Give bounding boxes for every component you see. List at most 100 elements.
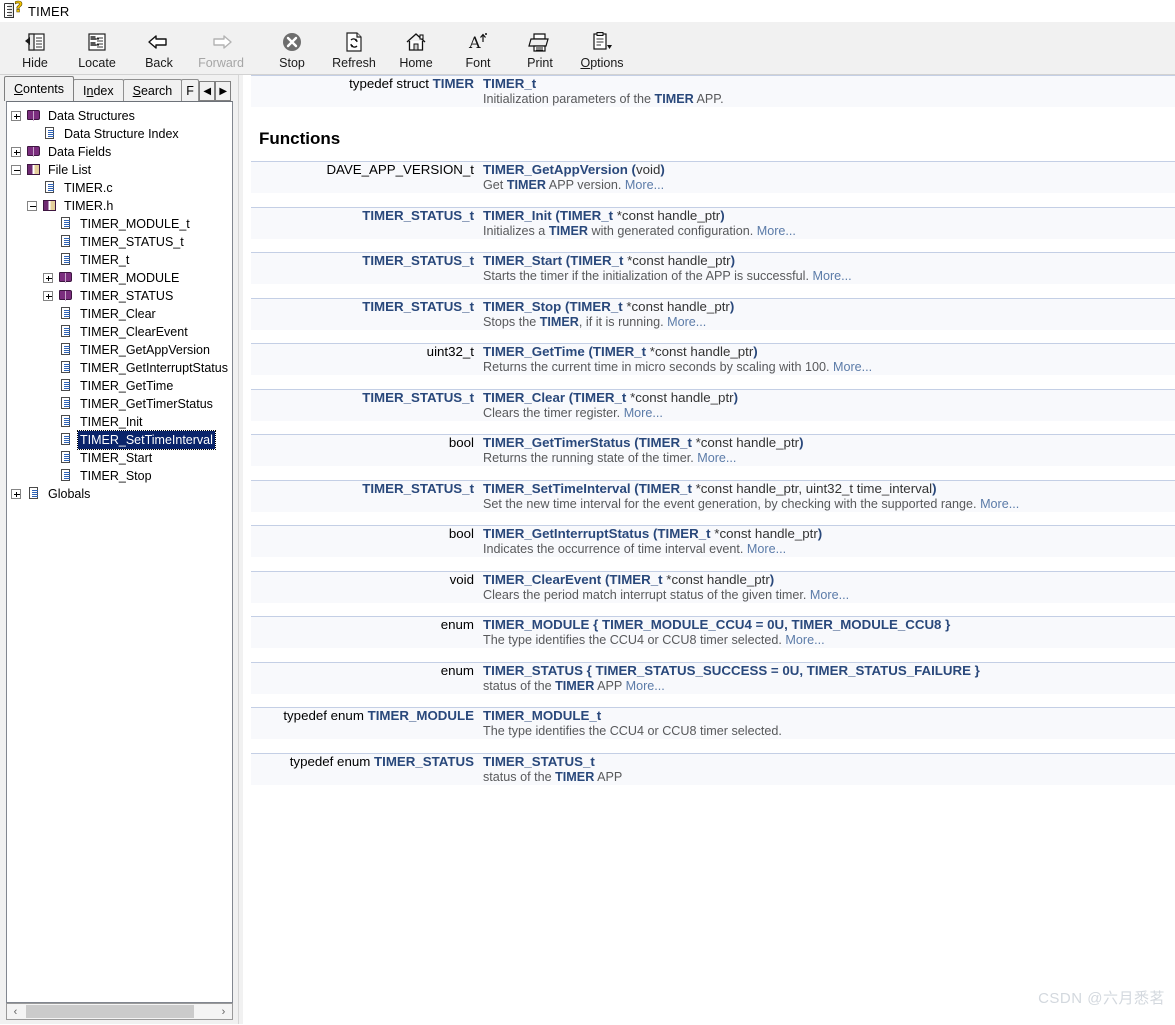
- more-link[interactable]: More...: [697, 451, 736, 465]
- tab-favorites[interactable]: F: [181, 79, 200, 101]
- return-type-link[interactable]: TIMER_STATUS_t: [362, 390, 474, 405]
- tree-item-timer-t[interactable]: TIMER_t: [11, 251, 232, 269]
- tree-item-timer-status-t[interactable]: TIMER_STATUS_t: [11, 233, 232, 251]
- scroll-right-arrow-icon[interactable]: ›: [215, 1004, 232, 1019]
- more-link[interactable]: More...: [833, 360, 872, 374]
- tree-item-timer-c[interactable]: TIMER.c: [11, 179, 232, 197]
- return-type-link[interactable]: TIMER_STATUS_t: [362, 299, 474, 314]
- member-name-link[interactable]: TIMER_GetTime: [483, 344, 585, 359]
- tree-item-timer-status[interactable]: TIMER_STATUS: [11, 287, 232, 305]
- toolbar-button-hide[interactable]: Hide: [4, 24, 66, 74]
- tree-item-timer-start[interactable]: TIMER_Start: [11, 449, 232, 467]
- member-signature: TIMER_MODULE_t: [483, 707, 1175, 723]
- tree-item-timer-settimeinterval[interactable]: TIMER_SetTimeInterval: [11, 430, 232, 450]
- toolbar-button-refresh[interactable]: Refresh: [323, 24, 385, 74]
- toolbar-button-stop[interactable]: Stop: [261, 24, 323, 74]
- toolbar-button-locate[interactable]: Locate: [66, 24, 128, 74]
- member-name-link[interactable]: TIMER_Clear: [483, 390, 565, 405]
- expand-plus-icon[interactable]: [43, 291, 53, 301]
- more-link[interactable]: More...: [624, 406, 663, 420]
- member-name-link[interactable]: TIMER_MODULE_t: [483, 708, 601, 723]
- return-type-text: uint32_t: [426, 344, 474, 359]
- tree-item-globals[interactable]: Globals: [11, 485, 232, 503]
- more-link[interactable]: More...: [626, 679, 665, 693]
- tree-item-label: TIMER_GetTimerStatus: [80, 397, 213, 411]
- member-name-link[interactable]: TIMER_Start: [483, 253, 562, 268]
- tree-item-data-structures[interactable]: Data Structures: [11, 107, 232, 125]
- member-signature: TIMER_t: [483, 75, 1175, 91]
- tab-scroll-left-button[interactable]: ◀: [199, 81, 216, 101]
- description-spacer: [251, 541, 483, 557]
- more-link[interactable]: More...: [810, 588, 849, 602]
- more-link[interactable]: More...: [757, 224, 796, 238]
- tree-item-timer-gettimerstatus[interactable]: TIMER_GetTimerStatus: [11, 395, 232, 413]
- tree-item-timer-getinterruptstatus[interactable]: TIMER_GetInterruptStatus: [11, 359, 232, 377]
- scrollbar-track[interactable]: [24, 1004, 215, 1019]
- return-type-link[interactable]: TIMER_STATUS_t: [362, 253, 474, 268]
- tree-item-timer-clearevent[interactable]: TIMER_ClearEvent: [11, 323, 232, 341]
- tab-scroll-right-button[interactable]: ▶: [215, 81, 232, 101]
- member-decl-row: bool TIMER_GetTimerStatus (TIMER_t *const…: [251, 434, 1175, 450]
- toolbar-button-font[interactable]: A Font: [447, 24, 509, 74]
- expand-plus-icon[interactable]: [11, 111, 21, 121]
- more-link[interactable]: More...: [980, 497, 1019, 511]
- more-link[interactable]: More...: [812, 269, 851, 283]
- tree-item-timer-gettime[interactable]: TIMER_GetTime: [11, 377, 232, 395]
- toolbar-button-label: Options: [580, 56, 624, 70]
- tab-contents[interactable]: Contents: [4, 76, 75, 101]
- toolbar-button-home[interactable]: Home: [385, 24, 447, 74]
- member-name-link[interactable]: TIMER_Stop: [483, 299, 561, 314]
- tree-item-data-fields[interactable]: Data Fields: [11, 143, 232, 161]
- member-name-link[interactable]: TIMER_MODULE: [483, 617, 589, 632]
- tab-search[interactable]: Search: [122, 79, 183, 101]
- expand-plus-icon[interactable]: [11, 489, 21, 499]
- more-link[interactable]: More...: [667, 315, 706, 329]
- return-type-link[interactable]: TIMER_MODULE: [368, 708, 474, 723]
- more-link[interactable]: More...: [625, 178, 664, 192]
- return-type-link[interactable]: TIMER: [433, 76, 474, 91]
- member-description: The type identifies the CCU4 or CCU8 tim…: [483, 723, 1175, 739]
- return-type-link[interactable]: TIMER_STATUS_t: [362, 208, 474, 223]
- collapse-minus-icon[interactable]: [11, 165, 21, 175]
- member-name-link[interactable]: TIMER_GetInterruptStatus: [483, 526, 649, 541]
- tree-item-data-structure-index[interactable]: Data Structure Index: [11, 125, 232, 143]
- toolbar-button-options[interactable]: Options: [571, 24, 633, 74]
- description-text: Clears the period match interrupt status…: [483, 587, 810, 602]
- tree-horizontal-scrollbar[interactable]: ‹ ›: [6, 1003, 233, 1020]
- member-name-link[interactable]: TIMER_GetTimerStatus: [483, 435, 631, 450]
- expand-plus-icon[interactable]: [43, 273, 53, 283]
- member-name-link[interactable]: TIMER_t: [483, 76, 536, 91]
- page-icon: [42, 181, 58, 195]
- toolbar-button-back[interactable]: Back: [128, 24, 190, 74]
- collapse-minus-icon[interactable]: [27, 201, 37, 211]
- tree-item-timer-getappversion[interactable]: TIMER_GetAppVersion: [11, 341, 232, 359]
- tree-item-timer-module-t[interactable]: TIMER_MODULE_t: [11, 215, 232, 233]
- member-return-type: TIMER_STATUS_t: [251, 206, 483, 223]
- expand-plus-icon[interactable]: [11, 147, 21, 157]
- toolbar-button-print[interactable]: Print: [509, 24, 571, 74]
- tree-item-timer-clear[interactable]: TIMER_Clear: [11, 305, 232, 323]
- member-name-link[interactable]: TIMER_GetAppVersion: [483, 162, 628, 177]
- return-type-link[interactable]: TIMER_STATUS: [374, 754, 474, 769]
- tree-item-timer-module[interactable]: TIMER_MODULE: [11, 269, 232, 287]
- member-name-link[interactable]: TIMER_SetTimeInterval: [483, 481, 631, 496]
- member-name-link[interactable]: TIMER_ClearEvent: [483, 572, 601, 587]
- more-link[interactable]: More...: [747, 542, 786, 556]
- contents-tree-panel[interactable]: Data Structures Data Structure Index Data …: [6, 101, 233, 1003]
- navigation-pane: Contents In dex Search F ◀ ▶ Data Structu…: [0, 75, 238, 1024]
- more-link[interactable]: More...: [785, 633, 824, 647]
- tree-item-timer-init[interactable]: TIMER_Init: [11, 413, 232, 431]
- scrollbar-thumb[interactable]: [26, 1005, 194, 1018]
- member-description-row: Initialization parameters of the TIMER A…: [251, 91, 1175, 107]
- tree-item-label: TIMER_ClearEvent: [80, 325, 188, 339]
- tree-item-timer-stop[interactable]: TIMER_Stop: [11, 467, 232, 485]
- member-name-link[interactable]: TIMER_Init: [483, 208, 552, 223]
- return-type-link[interactable]: TIMER_STATUS_t: [362, 481, 474, 496]
- tab-index[interactable]: In dex: [73, 79, 124, 101]
- tree-item-file-list[interactable]: File List: [11, 161, 232, 179]
- scroll-left-arrow-icon[interactable]: ‹: [7, 1004, 24, 1019]
- member-name-link[interactable]: TIMER_STATUS_t: [483, 754, 595, 769]
- member-name-link[interactable]: TIMER_STATUS: [483, 663, 583, 678]
- tree-item-timer-h[interactable]: TIMER.h: [11, 197, 232, 215]
